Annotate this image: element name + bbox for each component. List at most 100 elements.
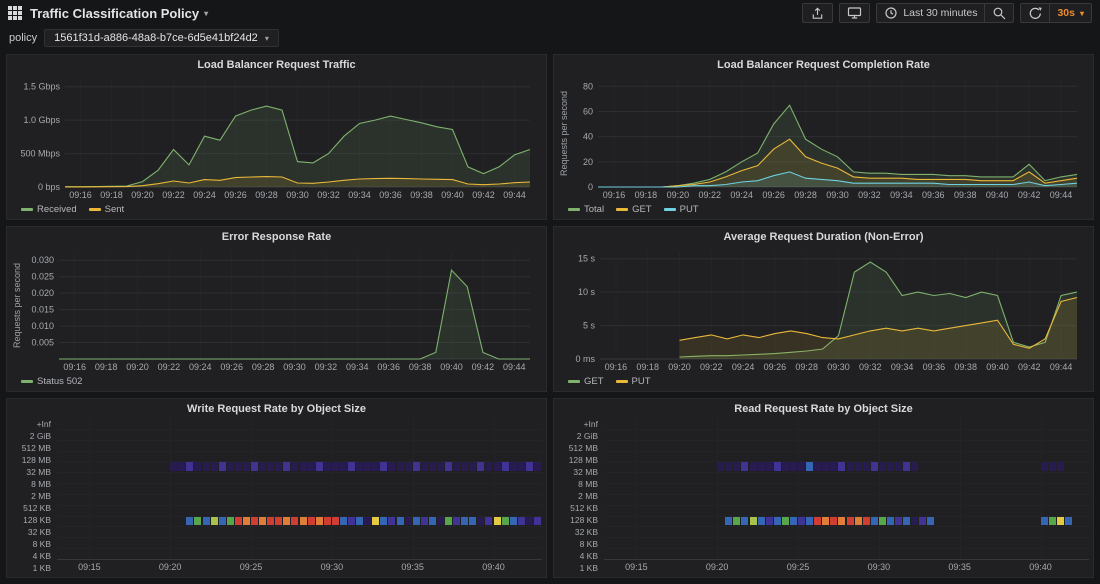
zoom-out-button[interactable] bbox=[984, 3, 1014, 23]
legend-item[interactable]: Total bbox=[568, 204, 604, 215]
legend-swatch bbox=[89, 208, 101, 211]
heatmap-cell bbox=[887, 517, 894, 526]
heatmap-cell bbox=[725, 462, 732, 471]
bucket-label: 2 GiB bbox=[558, 430, 598, 442]
x-axis-label: 09:38 bbox=[954, 362, 977, 372]
heatmap-cell bbox=[887, 462, 894, 471]
share-icon bbox=[810, 6, 825, 20]
x-axis-label: 09:40 bbox=[441, 190, 464, 200]
x-axis-label: 09:20 bbox=[159, 562, 182, 572]
panel-read-rate-heatmap: Read Request Rate by Object Size +Inf2 G… bbox=[553, 398, 1094, 578]
heatmap-cell bbox=[822, 462, 829, 471]
heatmap-cell bbox=[758, 517, 765, 526]
heatmap-cell bbox=[871, 462, 878, 471]
heatmap-cell bbox=[300, 517, 307, 526]
x-axis-label: 09:24 bbox=[189, 362, 212, 372]
heatmap-cell bbox=[348, 517, 355, 526]
bucket-label: 2 MB bbox=[558, 490, 598, 502]
heatmap-cell bbox=[485, 462, 492, 471]
heatmap-cell bbox=[1049, 517, 1056, 526]
line-chart-svg: 09:1609:1809:2009:2209:2409:2609:2809:30… bbox=[11, 246, 542, 374]
heatmap-cell bbox=[251, 517, 258, 526]
heatmap-cell bbox=[340, 517, 347, 526]
heatmap-cell bbox=[534, 462, 541, 471]
heatmap-cell bbox=[1049, 462, 1056, 471]
grafana-logo-icon[interactable] bbox=[8, 6, 22, 20]
heatmap-cell bbox=[518, 517, 525, 526]
legend-item[interactable]: GET bbox=[616, 204, 652, 215]
heatmap-cell bbox=[235, 462, 242, 471]
bucket-label: 512 KB bbox=[11, 502, 51, 514]
legend-item[interactable]: Received bbox=[21, 204, 77, 215]
x-axis-label: 09:22 bbox=[158, 362, 181, 372]
refresh-icon bbox=[1028, 6, 1042, 20]
heatmap-cell bbox=[421, 462, 428, 471]
heatmap-cell bbox=[437, 517, 444, 526]
variable-value-dropdown[interactable]: 1561f31d-a886-48a8-b7ce-6d5e41bf24d2 ▾ bbox=[44, 29, 279, 47]
x-axis-label: 09:20 bbox=[667, 190, 690, 200]
x-axis-label: 09:22 bbox=[700, 362, 723, 372]
x-axis-label: 09:32 bbox=[315, 362, 338, 372]
dashboard-title[interactable]: Traffic Classification Policy ▾ bbox=[30, 6, 208, 21]
bucket-label: 32 MB bbox=[558, 466, 598, 478]
panel-write-rate-heatmap: Write Request Rate by Object Size +Inf2 … bbox=[6, 398, 547, 578]
heatmap-cell bbox=[308, 517, 315, 526]
y-axis-label: 0 bps bbox=[38, 182, 61, 192]
panel-title[interactable]: Write Request Rate by Object Size bbox=[11, 401, 542, 418]
heatmap-cell bbox=[750, 517, 757, 526]
share-button[interactable] bbox=[802, 3, 833, 23]
completion-rate-chart: 09:1609:1809:2009:2209:2409:2609:2809:30… bbox=[558, 74, 1089, 202]
heatmap-cell bbox=[372, 517, 379, 526]
legend-item[interactable]: PUT bbox=[616, 376, 651, 387]
panel-title[interactable]: Average Request Duration (Non-Error) bbox=[558, 229, 1089, 246]
panel-title[interactable]: Read Request Rate by Object Size bbox=[558, 401, 1089, 418]
heatmap-cell bbox=[235, 517, 242, 526]
legend-item[interactable]: Status 502 bbox=[21, 376, 82, 387]
time-range-label: Last 30 minutes bbox=[903, 7, 977, 19]
heatmap-cell bbox=[291, 462, 298, 471]
heatmap-cell bbox=[518, 462, 525, 471]
heatmap-cell bbox=[927, 517, 934, 526]
legend-item[interactable]: Sent bbox=[89, 204, 125, 215]
x-axis-label: 09:36 bbox=[923, 362, 946, 372]
heatmap-cell bbox=[421, 517, 428, 526]
error-rate-chart: 09:1609:1809:2009:2209:2409:2609:2809:30… bbox=[11, 246, 542, 374]
heatmap-cell bbox=[750, 462, 757, 471]
request-traffic-chart: 09:1609:1809:2009:2209:2409:2609:2809:30… bbox=[11, 74, 542, 202]
refresh-interval-dropdown[interactable]: 30s ▾ bbox=[1049, 3, 1092, 23]
x-axis-label: 09:22 bbox=[162, 190, 185, 200]
x-axis-label: 09:44 bbox=[1050, 190, 1073, 200]
heatmap-cell bbox=[863, 462, 870, 471]
x-axis-label: 09:34 bbox=[348, 190, 371, 200]
panel-title[interactable]: Load Balancer Request Traffic bbox=[11, 57, 542, 74]
panel-title[interactable]: Load Balancer Request Completion Rate bbox=[558, 57, 1089, 74]
heatmap-cell bbox=[243, 517, 250, 526]
bucket-label: 128 MB bbox=[11, 454, 51, 466]
bucket-label: 4 KB bbox=[11, 550, 51, 562]
heatmap-cell bbox=[170, 462, 177, 471]
chart-legend: Total GET PUT bbox=[558, 202, 1089, 216]
refresh-button[interactable] bbox=[1020, 3, 1049, 23]
heatmap-cell bbox=[372, 462, 379, 471]
x-axis-label: 09:35 bbox=[948, 562, 971, 572]
heatmap-cell bbox=[324, 517, 331, 526]
legend-item[interactable]: GET bbox=[568, 376, 604, 387]
x-axis-label: 09:42 bbox=[472, 190, 495, 200]
heatmap-cell bbox=[863, 517, 870, 526]
heatmap-cell bbox=[275, 462, 282, 471]
y-axis-label: 500 Mbps bbox=[20, 149, 60, 159]
tv-mode-button[interactable] bbox=[839, 3, 870, 23]
bucket-label: 32 KB bbox=[558, 526, 598, 538]
heatmap-cell bbox=[526, 462, 533, 471]
heatmap-cell bbox=[502, 517, 509, 526]
heatmap-cell bbox=[1041, 462, 1048, 471]
heatmap-cell bbox=[364, 462, 371, 471]
bucket-label: 8 MB bbox=[11, 478, 51, 490]
time-range-button[interactable]: Last 30 minutes bbox=[876, 3, 984, 23]
legend-item[interactable]: PUT bbox=[664, 204, 699, 215]
y-axis-title: Requests per second bbox=[12, 263, 22, 348]
legend-swatch bbox=[21, 380, 33, 383]
panel-title[interactable]: Error Response Rate bbox=[11, 229, 542, 246]
legend-label: GET bbox=[632, 204, 652, 215]
heatmap-cell bbox=[758, 462, 765, 471]
